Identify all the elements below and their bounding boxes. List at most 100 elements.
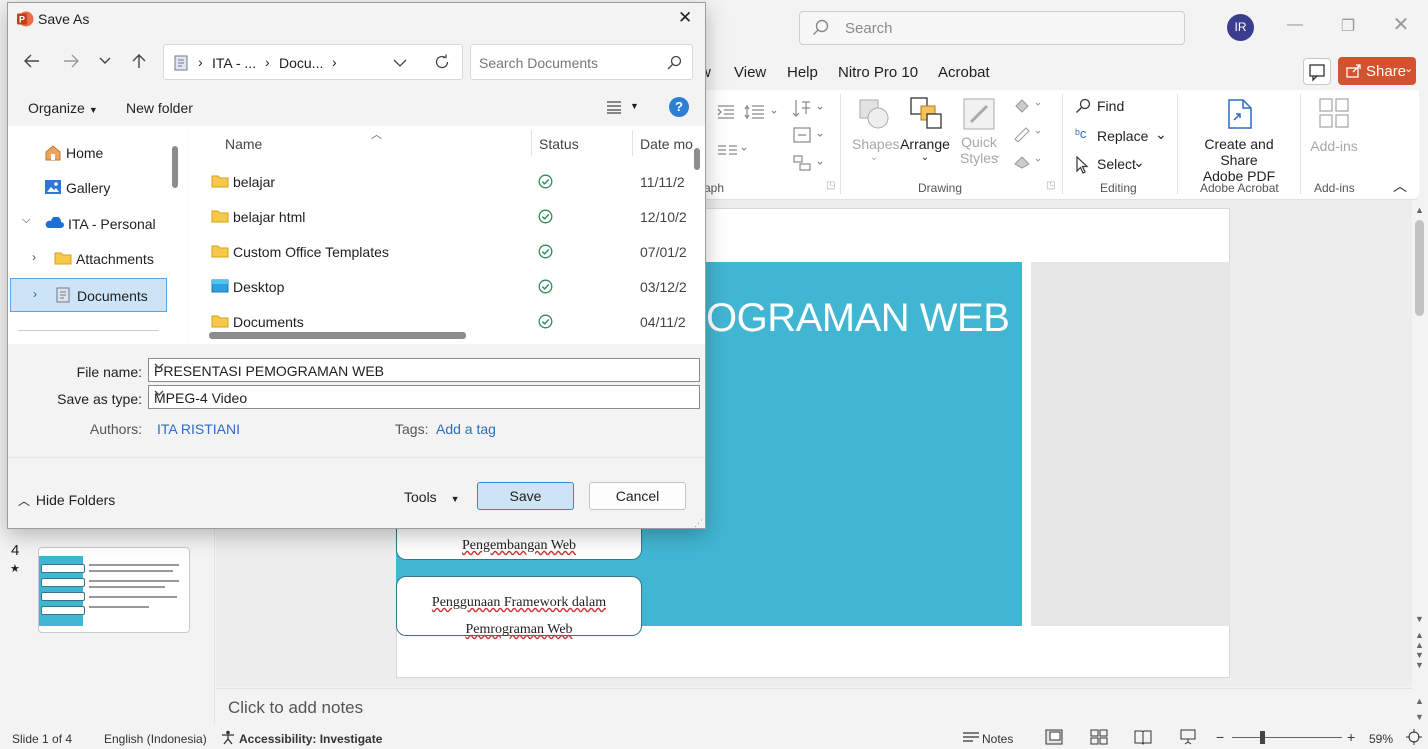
cancel-button[interactable]: Cancel [589, 482, 686, 510]
scroll-up-icon[interactable]: ▲ [1415, 205, 1424, 215]
column-header-name[interactable]: Name [225, 136, 262, 152]
columns-icon[interactable] [716, 142, 750, 158]
breadcrumb-onedrive[interactable]: ITA - ... [212, 55, 256, 71]
align-text-icon[interactable] [792, 126, 826, 144]
organize-button[interactable]: Organize ▼ [28, 100, 98, 116]
scroll-thumb[interactable] [1415, 220, 1424, 316]
restore-icon[interactable]: ❐ [1333, 16, 1363, 36]
menu-tab-acrobat[interactable]: Acrobat [938, 64, 990, 81]
file-list[interactable]: ︿ Name Status Date mo belajar 11/11/2 bela… [189, 126, 705, 344]
menu-tab-help[interactable]: Help [787, 64, 818, 81]
chevron-down-icon[interactable] [154, 363, 693, 370]
file-row[interactable]: Desktop 03/12/2 [189, 269, 705, 304]
text-direction-icon[interactable] [792, 98, 826, 118]
tags-input[interactable]: Add a tag [436, 421, 496, 437]
create-share-pdf-button[interactable]: Create and Share Adobe PDF [1184, 96, 1294, 184]
slide-thumbnail-4[interactable] [38, 547, 190, 633]
help-icon[interactable]: ? [669, 97, 689, 117]
next-slide-icon[interactable]: ▼ ▼ [1415, 650, 1424, 670]
view-options-icon[interactable] [606, 100, 622, 114]
indent-icon[interactable] [716, 104, 736, 120]
accessibility-status[interactable]: Accessibility: Investigate [239, 732, 382, 746]
chevron-right-icon[interactable]: › [32, 250, 36, 264]
authors-value[interactable]: ITA RISTIANI [157, 421, 240, 437]
address-dropdown-icon[interactable] [393, 59, 407, 68]
resize-grip-icon[interactable]: ⋰ [694, 518, 703, 529]
new-folder-button[interactable]: New folder [126, 100, 193, 116]
avatar[interactable]: IR [1227, 14, 1254, 41]
folder-icon [211, 244, 229, 258]
chevron-right-icon[interactable]: › [33, 287, 37, 301]
sync-status-icon [538, 174, 553, 189]
arrange-button[interactable]: Arrange ⌄ [900, 96, 950, 163]
address-bar[interactable]: › ITA - ... › Docu... › [163, 44, 463, 80]
column-header-status[interactable]: Status [539, 136, 579, 152]
column-header-date[interactable]: Date mo [640, 136, 693, 152]
refresh-icon[interactable] [434, 54, 450, 70]
notes-pane[interactable] [216, 688, 1412, 725]
line-spacing-icon[interactable] [744, 104, 778, 120]
dialog-launcher-icon[interactable]: ◳ [1046, 180, 1055, 191]
addins-button[interactable]: Add-ins [1308, 96, 1360, 154]
zoom-in-icon[interactable]: + [1347, 729, 1355, 745]
zoom-slider-thumb[interactable] [1260, 731, 1265, 744]
nav-scrollbar-thumb[interactable] [172, 146, 178, 188]
up-arrow-icon[interactable] [132, 53, 146, 69]
language-indicator[interactable]: English (Indonesia) [104, 732, 207, 746]
close-icon[interactable]: ✕ [1386, 12, 1416, 37]
dialog-launcher-icon[interactable]: ◳ [826, 180, 835, 191]
zoom-level[interactable]: 59% [1369, 732, 1393, 746]
file-name-input[interactable]: PRESENTASI PEMOGRAMAN WEB [148, 358, 700, 382]
collapse-ribbon-icon[interactable]: ︿ [1393, 176, 1407, 196]
zoom-slider[interactable] [1232, 737, 1342, 738]
notes-scroll-down-icon[interactable]: ▼ [1415, 712, 1424, 722]
notes-placeholder[interactable]: Click to add notes [228, 698, 363, 718]
smartart-icon[interactable] [792, 154, 826, 172]
file-row[interactable]: belajar html 12/10/2 [189, 199, 705, 234]
shape-fill-icon[interactable] [1012, 96, 1042, 114]
fit-slide-icon[interactable] [1406, 729, 1422, 745]
filelist-hscroll-thumb[interactable] [209, 332, 466, 339]
filelist-vscroll-thumb[interactable] [694, 148, 700, 170]
hide-folders-button[interactable]: ︿ Hide Folders [18, 492, 115, 509]
breadcrumb-documents[interactable]: Docu... [279, 55, 323, 71]
slide-sorter-icon[interactable] [1090, 729, 1108, 745]
file-row[interactable]: belajar 11/11/2 [189, 164, 705, 199]
forward-arrow-icon[interactable] [63, 54, 79, 68]
nav-item-documents[interactable]: › Documents [10, 278, 167, 312]
create-share-label-1: Create and Share [1204, 136, 1274, 168]
save-as-type-select[interactable]: MPEG-4 Video [148, 385, 700, 409]
menu-tab-view[interactable]: View [734, 64, 766, 81]
save-button[interactable]: Save [477, 482, 574, 510]
slideshow-icon[interactable] [1179, 729, 1197, 745]
chevron-down-icon[interactable] [154, 390, 693, 397]
minimize-icon[interactable]: — [1280, 16, 1310, 34]
chevron-down-icon: ⌄ [993, 150, 1002, 161]
scroll-down-icon[interactable]: ▼ [1415, 614, 1424, 624]
file-row[interactable]: Custom Office Templates 07/01/2 [189, 234, 705, 269]
back-arrow-icon[interactable] [24, 54, 40, 68]
tools-button[interactable]: Tools ▼ [404, 489, 460, 505]
notes-scroll-up-icon[interactable]: ▲ [1415, 696, 1424, 706]
shapes-button[interactable]: Shapes ⌄ [852, 96, 899, 163]
share-button[interactable]: Share ⌄ [1338, 57, 1416, 85]
slide-topic-box-2[interactable]: Penggunaan Framework dalam Pemrograman W… [396, 576, 642, 637]
menu-tab-nitro[interactable]: Nitro Pro 10 [838, 64, 918, 81]
normal-view-icon[interactable] [1045, 729, 1063, 745]
comments-button[interactable] [1303, 58, 1331, 85]
vertical-scrollbar[interactable]: ▲ ▼ ▲ ▲ ▼ ▼ ▲ ▼ [1412, 200, 1428, 725]
previous-slide-icon[interactable]: ▲ ▲ [1415, 630, 1424, 650]
caret-down-icon[interactable]: ▼ [630, 101, 639, 111]
shape-outline-icon[interactable] [1012, 124, 1042, 142]
recent-locations-icon[interactable] [99, 57, 111, 65]
zoom-out-icon[interactable]: − [1216, 729, 1224, 745]
slide-title[interactable]: OGRAMAN WEB [706, 296, 1010, 341]
reading-view-icon[interactable] [1134, 729, 1152, 745]
file-date: 03/12/2 [640, 279, 687, 295]
app-search-input[interactable]: Search [799, 11, 1185, 45]
dialog-close-icon[interactable]: ✕ [678, 8, 692, 28]
shape-effects-icon[interactable] [1012, 152, 1042, 170]
search-documents-input[interactable]: Search Documents [470, 44, 693, 80]
notes-toggle[interactable]: Notes [982, 732, 1013, 746]
expanded-chevron-icon[interactable]: ⌵ [22, 214, 30, 227]
